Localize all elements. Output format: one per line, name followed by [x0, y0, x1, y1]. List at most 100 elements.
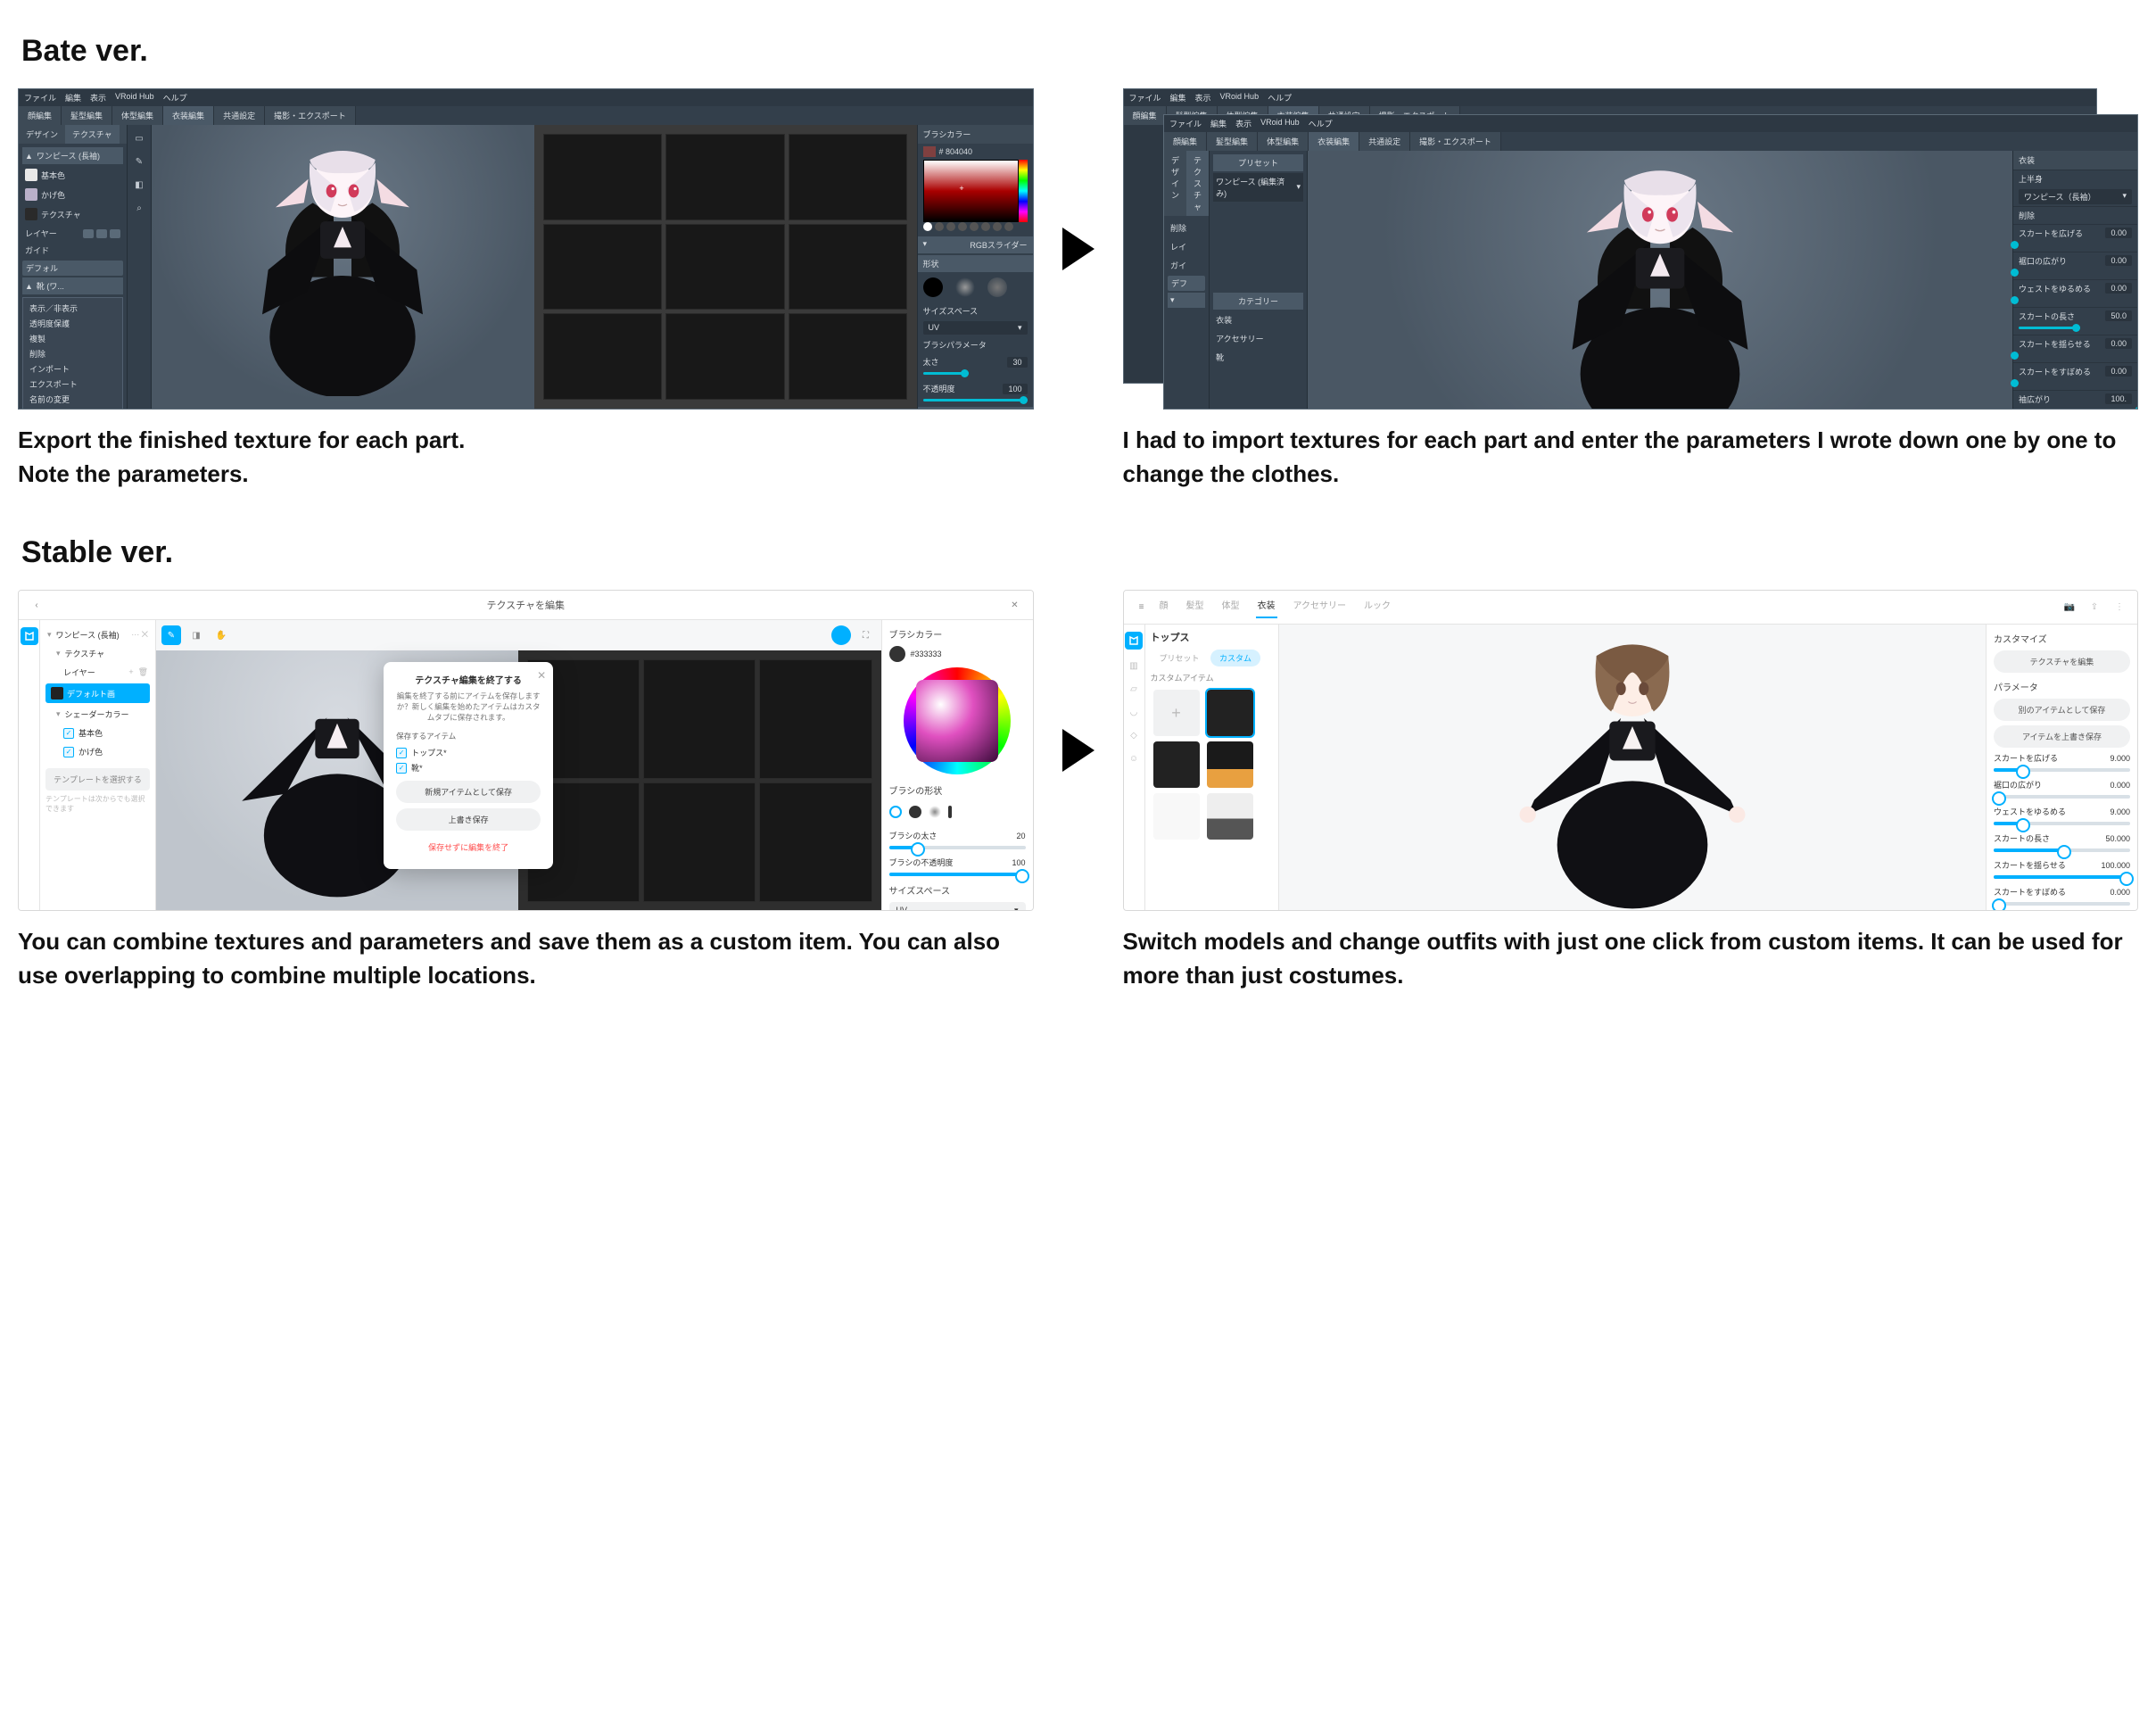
rail-body-icon[interactable]: ☺	[1127, 751, 1141, 766]
subtab-texture[interactable]: テクスチャ	[1186, 151, 1209, 216]
size-space-select[interactable]: UV▾	[923, 321, 1028, 335]
tab-hair[interactable]: 髪型編集	[62, 106, 112, 125]
param-スカートを揺らせる[interactable]: スカートを揺らせる100.000	[1994, 859, 2130, 871]
tab-common[interactable]: 共通設定	[214, 106, 265, 125]
overwrite-button[interactable]: 上書き保存	[396, 808, 541, 831]
item-tops-checkbox[interactable]: ✓トップス*	[396, 745, 541, 760]
guide-row[interactable]: ガイド	[22, 242, 123, 259]
brush-tool[interactable]: ✎	[131, 153, 147, 170]
rail-tops-icon[interactable]	[1125, 632, 1143, 650]
rgb-slider-toggle[interactable]: ▾RGBスライダー	[918, 236, 1033, 253]
guide-row[interactable]: ガイ	[1168, 257, 1205, 274]
subtab-texture[interactable]: テクスチャ	[65, 125, 120, 144]
shade-color-row[interactable]: かげ色	[22, 186, 123, 203]
tab-hair[interactable]: 髪型編集	[1207, 132, 1258, 151]
ctx-toggle[interactable]: 表示／非表示	[26, 301, 120, 316]
rail-costume-icon[interactable]	[21, 627, 38, 645]
default-row[interactable]: デフ	[1168, 276, 1205, 291]
param-スカートを揺らせる[interactable]: スカートを揺らせる0.00	[2013, 335, 2137, 352]
ctx-delete[interactable]: 削除	[26, 346, 120, 361]
upload-icon[interactable]: ⇪	[2086, 599, 2103, 617]
tab-costume[interactable]: 衣装編集	[1309, 132, 1359, 151]
param-スカートの長さ[interactable]: スカートの長さ50.000	[1994, 832, 2130, 844]
rail-shoes-icon[interactable]: ◡	[1127, 705, 1141, 719]
camera-icon[interactable]: 📷	[2061, 599, 2078, 617]
param-ウェストをゆるめる[interactable]: ウェストをゆるめる9.000	[1994, 806, 2130, 817]
tab-body[interactable]: 体型編集	[1258, 132, 1309, 151]
tab-face[interactable]: 顔	[1158, 596, 1170, 618]
menu-view[interactable]: 表示	[90, 92, 106, 103]
more-icon[interactable]: ⋮	[2111, 599, 2128, 617]
tab-export[interactable]: 撮影・エクスポート	[1410, 132, 1501, 151]
tab-face[interactable]: 顔編集	[1164, 132, 1207, 151]
shade-color-row[interactable]: ✓かげ色	[45, 742, 150, 761]
hex-row[interactable]: # 804040	[918, 144, 1033, 160]
rail-neck-icon[interactable]: ◇	[1127, 728, 1141, 742]
eraser-tool[interactable]: ◧	[131, 177, 147, 193]
default-layer[interactable]: デフォル	[22, 261, 123, 276]
cat-shoes[interactable]: 靴	[1213, 349, 1303, 366]
texture-toggle[interactable]: ▾テクスチャ	[45, 644, 150, 663]
close-icon[interactable]: ✕	[537, 669, 546, 682]
brush-shapes[interactable]	[889, 802, 1026, 825]
overwrite-button[interactable]: アイテムを上書き保存	[1994, 725, 2130, 748]
param-袖広がり[interactable]: 袖広がり100.	[2013, 390, 2137, 408]
brush-tool[interactable]: ✎	[161, 625, 181, 645]
ctx-import[interactable]: インポート	[26, 361, 120, 377]
ctx-duplicate[interactable]: 複製	[26, 331, 120, 346]
eraser-tool[interactable]: ◨	[186, 625, 206, 645]
cursor-tool[interactable]: ▭	[131, 130, 147, 146]
ctx-alpha-lock[interactable]: 透明度保護	[26, 316, 120, 331]
param-スカートをすぼめる[interactable]: スカートをすぼめる0.00	[2013, 362, 2137, 380]
menu-button[interactable]: ≡	[1133, 599, 1151, 617]
delete-row[interactable]: 削除	[1168, 219, 1205, 236]
param-スカートをすぼめる[interactable]: スカートをすぼめる0.000	[1994, 886, 2130, 898]
viewport[interactable]	[1279, 625, 1987, 911]
shoe-dropdown[interactable]: ▲ 靴 (ワ...	[22, 277, 123, 294]
param-スカートの長さ[interactable]: スカートの長さ50.0	[2013, 307, 2137, 325]
custom-item-1[interactable]	[1207, 690, 1253, 736]
custom-item-5[interactable]	[1207, 793, 1253, 840]
settings-button[interactable]: ⛶	[856, 625, 876, 645]
tab-export[interactable]: 撮影・エクスポート	[265, 106, 356, 125]
param-裾口の広がり[interactable]: 裾口の広がり0.000	[1994, 779, 2130, 791]
tab-costume[interactable]: 衣装編集	[163, 106, 214, 125]
back-button[interactable]: ‹	[28, 596, 45, 614]
preset-dropdown[interactable]: ワンピース (編集済み)▾	[1213, 173, 1303, 202]
base-color-row[interactable]: 基本色	[22, 166, 123, 184]
tab-body[interactable]: 体型編集	[112, 106, 163, 125]
hex-input[interactable]: #333333	[889, 646, 1026, 662]
subtab-custom[interactable]: カスタム	[1210, 650, 1260, 666]
menu-edit[interactable]: 編集	[65, 92, 81, 103]
param-スカートを広げる[interactable]: スカートを広げる9.000	[1994, 752, 2130, 764]
part-dropdown[interactable]: ▾ワンピース (長袖)⋯ ⨉	[45, 625, 150, 644]
param-裾口の広がり[interactable]: 裾口の広がり0.00	[2013, 252, 2137, 269]
hand-tool[interactable]: ✋	[211, 625, 231, 645]
discard-button[interactable]: 保存せずに編集を終了	[396, 836, 541, 858]
cat-costume[interactable]: 衣装	[1213, 311, 1303, 328]
part-dropdown[interactable]: ▲ ワンピース (長袖)	[22, 147, 123, 164]
rail-onepiece-icon[interactable]: ▱	[1127, 682, 1141, 696]
save-as-button[interactable]: 別のアイテムとして保存	[1994, 699, 2130, 721]
subtab-preset[interactable]: プリセット	[1151, 650, 1209, 666]
subtab-design[interactable]: デザイン	[1164, 151, 1186, 216]
tab-common[interactable]: 共通設定	[1359, 132, 1410, 151]
save-new-button[interactable]: 新規アイテムとして保存	[396, 781, 541, 803]
tab-costume[interactable]: 衣装	[1256, 596, 1277, 618]
tab-accessory[interactable]: アクセサリー	[1292, 596, 1349, 618]
expand-row[interactable]: ▾	[1168, 293, 1205, 308]
cat-accessory[interactable]: アクセサリー	[1213, 330, 1303, 347]
subtab-design[interactable]: デザイン	[19, 125, 65, 144]
size-space-select[interactable]: UV▾	[889, 902, 1026, 911]
layer-row[interactable]: レイ	[1168, 238, 1205, 255]
default-texture-item[interactable]: デフォルト画	[45, 683, 150, 703]
brush-size-row[interactable]: ブラシの太さ20	[889, 830, 1026, 841]
upper-dropdown[interactable]: ワンピース（長袖）▾	[2019, 189, 2132, 204]
viewport[interactable]	[1308, 151, 2012, 409]
close-button[interactable]: ✕	[1006, 596, 1024, 614]
layer-buttons[interactable]	[83, 229, 120, 238]
swatches-row[interactable]	[918, 222, 1033, 235]
view-toggle[interactable]	[831, 625, 851, 645]
tab-look[interactable]: ルック	[1362, 596, 1392, 618]
tab-body[interactable]: 体型	[1220, 596, 1242, 618]
